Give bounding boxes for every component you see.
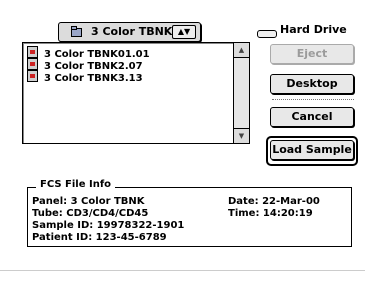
scroll-up-arrow-icon[interactable]: ▲ [234,43,249,58]
hard-drive-icon [257,30,277,38]
sample-id-info: Sample ID: 19978322-1901 [32,220,185,231]
folder-popup-label: 3 Color TBNK [91,25,173,38]
date-info: Date: 22-Mar-00 [228,196,320,207]
popup-arrows-icon: ▲▼ [172,25,196,39]
file-list[interactable]: 3 Color TBNK01.01 3 Color TBNK2.07 3 Col… [22,42,250,144]
patient-id-info: Patient ID: 123-45-6789 [32,232,167,243]
time-info: Time: 14:20:19 [228,208,313,219]
bottom-divider [0,270,365,271]
cancel-button[interactable]: Cancel [270,107,354,127]
document-icon [27,70,38,82]
desktop-button[interactable]: Desktop [270,74,354,94]
fcs-file-info-title: FCS File Info [36,179,116,190]
document-icon [27,58,38,70]
load-sample-button[interactable]: Load Sample [270,140,354,160]
file-list-scrollbar[interactable]: ▲ ▼ [233,43,249,143]
file-list-item[interactable]: 3 Color TBNK3.13 [27,70,143,84]
folder-icon [71,26,82,37]
file-list-item[interactable]: 3 Color TBNK01.01 [27,46,150,60]
document-icon [27,46,38,58]
tube-info: Tube: CD3/CD4/CD45 [32,208,149,219]
folder-popup-menu[interactable]: 3 Color TBNK ▲▼ [58,22,201,42]
volume-label: Hard Drive [280,23,347,36]
panel-info: Panel: 3 Color TBNK [32,196,145,207]
file-list-item[interactable]: 3 Color TBNK2.07 [27,58,143,72]
file-name: 3 Color TBNK3.13 [44,73,143,84]
scroll-down-arrow-icon[interactable]: ▼ [234,128,249,143]
eject-button[interactable]: Eject [270,44,354,64]
button-divider [272,99,354,100]
